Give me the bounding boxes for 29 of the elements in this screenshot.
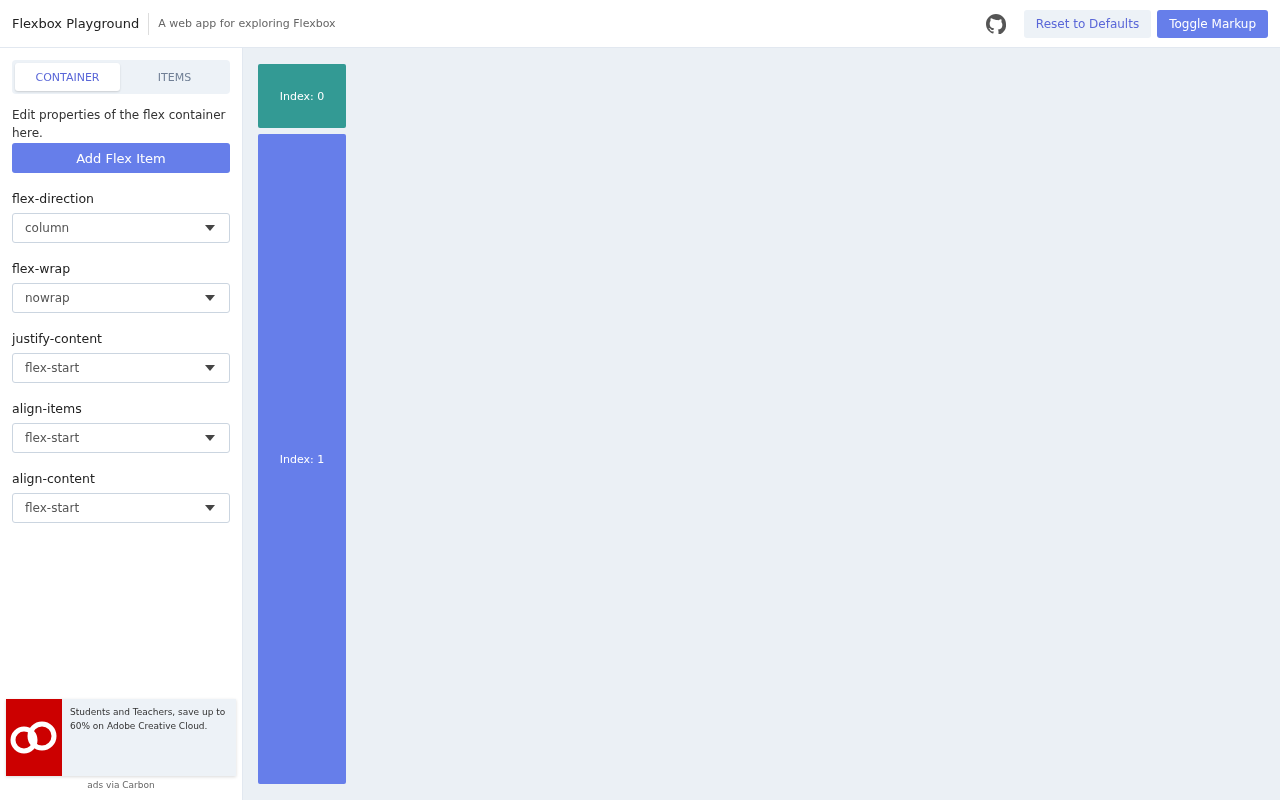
select-field[interactable]: column — [12, 213, 230, 243]
select-field[interactable]: nowrap — [12, 283, 230, 313]
toggle-markup-button[interactable]: Toggle Markup — [1157, 9, 1268, 38]
select-field[interactable]: flex-start — [12, 353, 230, 383]
ad-text: Students and Teachers, save up to 60% on Adobe Creative Cloud. — [69, 706, 227, 733]
flex-item[interactable]: Index: 0 — [258, 64, 346, 128]
add-item-button[interactable]: Add Flex Item — [12, 143, 230, 173]
app-title: Flexbox Playground — [12, 12, 150, 35]
caret-icon — [205, 225, 215, 231]
property-label: flex-wrap — [12, 261, 72, 276]
app-subtitle: A web app for exploring Flexbox — [157, 17, 336, 30]
caret-icon — [205, 365, 215, 371]
property-label: flex-direction — [12, 191, 96, 206]
description-text: Edit properties of the flex container here. — [12, 107, 227, 142]
caret-icon — [205, 505, 215, 511]
property-label: align-content — [12, 471, 96, 486]
tab[interactable]: ITEMS — [122, 63, 227, 91]
caret-icon — [205, 295, 215, 301]
ad-card[interactable]: Students and Teachers, save up to 60% on Adobe Creative Cloud. — [6, 699, 236, 776]
tab[interactable]: CONTAINER — [15, 63, 120, 91]
caret-icon — [205, 435, 215, 441]
select-field[interactable]: flex-start — [12, 423, 230, 453]
github-icon[interactable] — [985, 13, 1006, 34]
reset-button[interactable]: Reset to Defaults — [1023, 9, 1152, 38]
property-label: justify-content — [12, 331, 103, 346]
select-field[interactable]: flex-start — [12, 493, 230, 523]
ad-credit: ads via Carbon — [86, 780, 156, 790]
property-label: align-items — [12, 401, 83, 416]
flex-item[interactable]: Index: 1 — [258, 134, 346, 784]
